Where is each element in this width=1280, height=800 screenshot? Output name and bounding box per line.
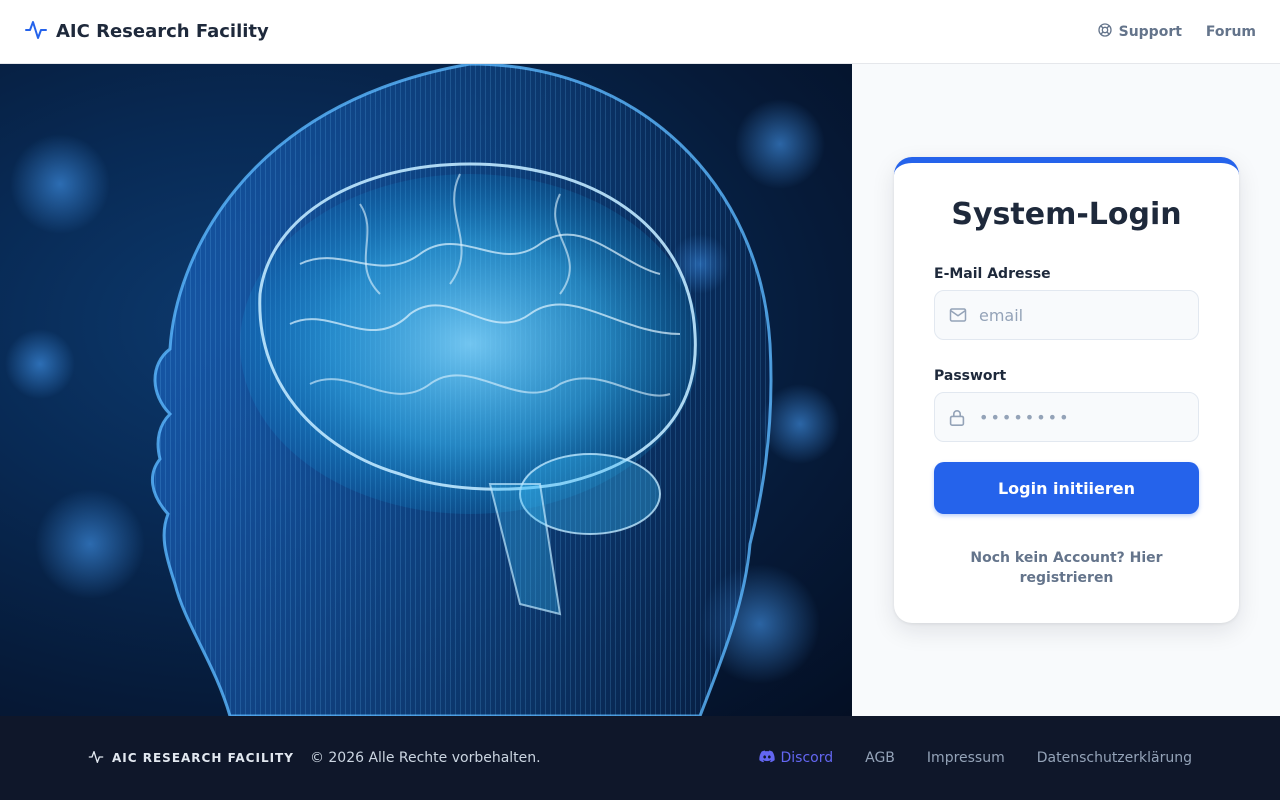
site-footer: AIC RESEARCH FACILITY © 2026 Alle Rechte… bbox=[0, 716, 1280, 800]
lifebuoy-icon bbox=[1097, 22, 1113, 42]
discord-icon bbox=[758, 750, 775, 767]
footer-links: Discord AGB Impressum Datenschutzerkläru… bbox=[758, 750, 1192, 767]
brand[interactable]: AIC Research Facility bbox=[24, 18, 269, 46]
footer-link-discord[interactable]: Discord bbox=[758, 750, 834, 767]
login-title: System-Login bbox=[951, 197, 1182, 232]
footer-link-discord-label: Discord bbox=[780, 750, 834, 766]
footer-left: AIC RESEARCH FACILITY © 2026 Alle Rechte… bbox=[88, 749, 541, 768]
login-card: System-Login E-Mail Adresse Passwort Log… bbox=[894, 157, 1239, 623]
email-input[interactable] bbox=[979, 291, 1189, 339]
register-link[interactable]: Noch kein Account? Hier registrieren bbox=[934, 548, 1199, 588]
top-nav: Support Forum bbox=[1097, 22, 1256, 42]
brand-title: AIC Research Facility bbox=[56, 21, 269, 42]
nav-support-link[interactable]: Support bbox=[1097, 22, 1182, 42]
nav-support-label: Support bbox=[1118, 23, 1182, 40]
footer-brand-label: AIC RESEARCH FACILITY bbox=[112, 751, 294, 765]
lock-icon bbox=[949, 409, 965, 431]
password-field-wrapper bbox=[934, 392, 1199, 442]
hero-brain-image bbox=[0, 64, 852, 716]
footer-link-privacy[interactable]: Datenschutzerklärung bbox=[1037, 750, 1192, 766]
top-header: AIC Research Facility Support Forum bbox=[0, 0, 1280, 64]
login-button[interactable]: Login initiieren bbox=[934, 462, 1199, 514]
email-label: E-Mail Adresse bbox=[934, 266, 1051, 282]
password-input[interactable] bbox=[979, 393, 1189, 441]
password-label: Passwort bbox=[934, 368, 1007, 384]
footer-brand: AIC RESEARCH FACILITY bbox=[88, 749, 294, 768]
footer-link-impressum[interactable]: Impressum bbox=[927, 750, 1005, 766]
activity-pulse-icon bbox=[88, 749, 104, 768]
activity-pulse-icon bbox=[24, 18, 48, 46]
footer-link-agb[interactable]: AGB bbox=[865, 750, 895, 766]
nav-forum-link[interactable]: Forum bbox=[1206, 24, 1256, 40]
email-field-wrapper bbox=[934, 290, 1199, 340]
login-panel: System-Login E-Mail Adresse Passwort Log… bbox=[852, 64, 1280, 716]
footer-copyright: © 2026 Alle Rechte vorbehalten. bbox=[309, 750, 541, 766]
mail-icon bbox=[949, 307, 967, 327]
